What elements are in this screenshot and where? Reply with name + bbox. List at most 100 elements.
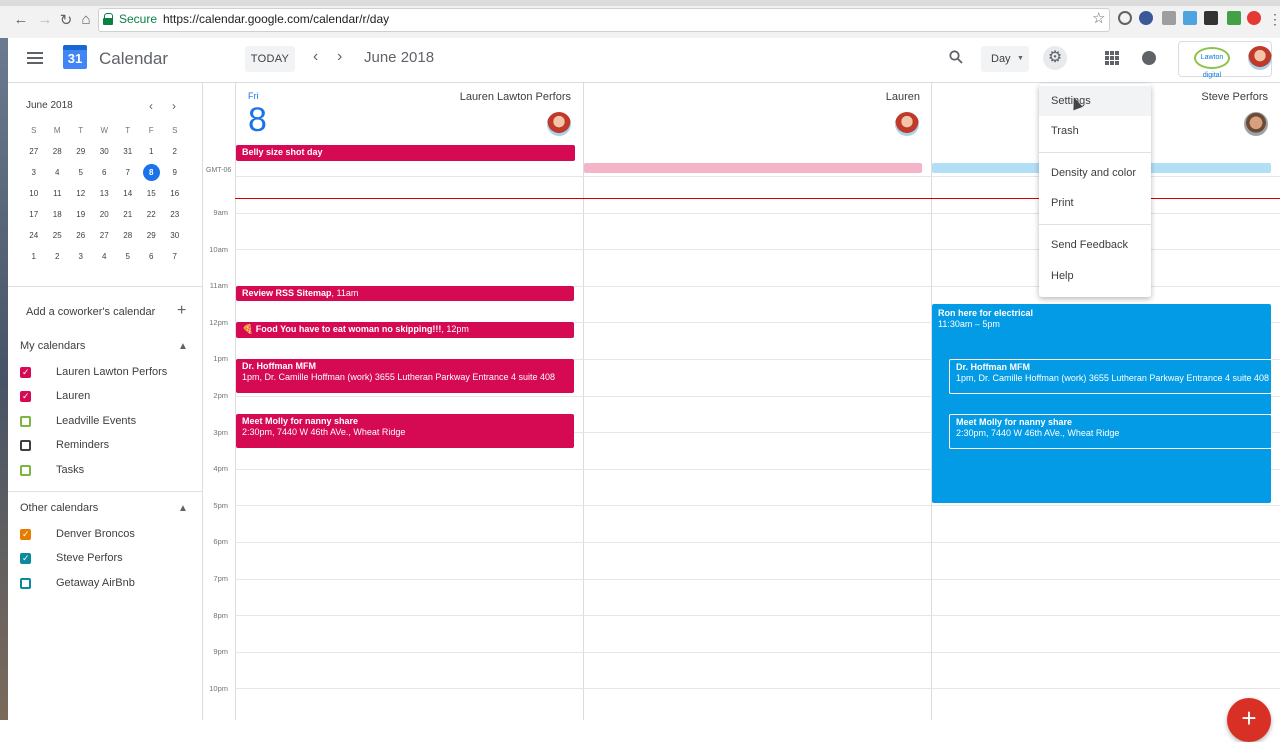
bookmark-star-icon[interactable]: ☆ <box>1092 9 1105 27</box>
mini-calendar-day[interactable]: 21 <box>116 204 140 225</box>
main-menu-icon[interactable] <box>27 52 43 67</box>
mini-calendar-day[interactable]: 2 <box>46 246 70 267</box>
event-ron-electrical[interactable]: Ron here for electrical 11:30am – 5pm <box>932 304 1271 503</box>
extension-icon[interactable] <box>1162 11 1176 25</box>
allday-busy-block[interactable] <box>584 163 922 173</box>
search-icon[interactable] <box>949 50 963 64</box>
event-food[interactable]: 🍕 Food You have to eat woman no skipping… <box>236 322 574 338</box>
other-calendars-title[interactable]: Other calendars <box>20 502 98 514</box>
extension-icon[interactable] <box>1247 11 1261 25</box>
mini-prev-icon[interactable]: ‹ <box>149 99 153 113</box>
extension-icon[interactable] <box>1183 11 1197 25</box>
notifications-icon[interactable] <box>1142 51 1156 65</box>
mini-calendar-day[interactable]: 14 <box>116 183 140 204</box>
create-event-button[interactable]: + <box>1227 698 1271 742</box>
mini-calendar-day[interactable]: 27 <box>22 141 46 162</box>
home-icon[interactable]: ⌂ <box>77 11 95 28</box>
calendar-list-item[interactable]: Getaway AirBnb <box>20 574 202 596</box>
account-avatar[interactable] <box>1248 46 1272 70</box>
mini-calendar-day[interactable]: 29 <box>140 225 164 246</box>
add-calendar-icon[interactable]: + <box>177 302 186 320</box>
mini-calendar-day[interactable]: 16 <box>163 183 187 204</box>
mini-calendar-day[interactable]: 28 <box>46 141 70 162</box>
mini-calendar-day[interactable]: 8 <box>140 162 164 183</box>
collapse-icon[interactable]: ▲ <box>178 341 188 352</box>
mini-calendar-day[interactable]: 22 <box>140 204 164 225</box>
calendar-checkbox[interactable] <box>20 415 31 427</box>
mini-calendar-day[interactable]: 4 <box>46 162 70 183</box>
mini-calendar-day[interactable]: 23 <box>163 204 187 225</box>
mini-calendar-day[interactable]: 12 <box>69 183 93 204</box>
mini-calendar-day[interactable]: 6 <box>93 162 117 183</box>
mini-next-icon[interactable]: › <box>172 99 176 113</box>
mini-calendar-day[interactable]: 26 <box>69 225 93 246</box>
event-molly-overlay[interactable]: Meet Molly for nanny share 2:30pm, 7440 W… <box>949 414 1272 449</box>
mini-calendar-day[interactable]: 7 <box>116 162 140 183</box>
mini-calendar-day[interactable]: 4 <box>93 246 117 267</box>
mini-calendar-day[interactable]: 31 <box>116 141 140 162</box>
mini-calendar-day[interactable]: 15 <box>140 183 164 204</box>
mini-calendar-day[interactable]: 3 <box>22 162 46 183</box>
mini-calendar-day[interactable]: 7 <box>163 246 187 267</box>
prev-period-icon[interactable]: ‹ <box>313 48 318 66</box>
mini-calendar-day[interactable]: 25 <box>46 225 70 246</box>
event-hoffman[interactable]: Dr. Hoffman MFM 1pm, Dr. Camille Hoffman … <box>236 359 574 393</box>
extension-icon[interactable] <box>1227 11 1241 25</box>
calendar-list-item[interactable]: ✓ Lauren <box>20 387 202 409</box>
mini-calendar-day[interactable]: 29 <box>69 141 93 162</box>
my-calendars-title[interactable]: My calendars <box>20 340 85 352</box>
mini-calendar-day[interactable]: 2 <box>163 141 187 162</box>
calendar-checkbox[interactable] <box>20 440 31 452</box>
mini-calendar-day[interactable]: 28 <box>116 225 140 246</box>
calendar-checkbox[interactable] <box>20 577 31 589</box>
mini-calendar-day[interactable]: 17 <box>22 204 46 225</box>
mini-calendar-day[interactable]: 30 <box>163 225 187 246</box>
menu-item-print[interactable]: Print <box>1051 197 1074 209</box>
mini-calendar-day[interactable]: 5 <box>69 162 93 183</box>
extension-icon[interactable] <box>1118 11 1132 25</box>
reload-icon[interactable]: ↻ <box>57 11 75 29</box>
day-number[interactable]: 8 <box>248 101 267 139</box>
event-molly[interactable]: Meet Molly for nanny share 2:30pm, 7440 W… <box>236 414 574 448</box>
mini-calendar-day[interactable]: 1 <box>140 141 164 162</box>
menu-item-help[interactable]: Help <box>1051 270 1074 282</box>
app-name[interactable]: Calendar <box>99 49 168 69</box>
browser-menu-icon[interactable]: ⋮ <box>1268 11 1280 28</box>
menu-item-feedback[interactable]: Send Feedback <box>1051 239 1128 251</box>
forward-icon[interactable]: → <box>36 11 54 28</box>
back-icon[interactable]: ← <box>12 11 30 28</box>
mini-calendar-day[interactable]: 18 <box>46 204 70 225</box>
mini-calendar-day[interactable]: 11 <box>46 183 70 204</box>
calendar-checkbox[interactable]: ✓ <box>20 367 31 378</box>
mini-calendar-day[interactable]: 6 <box>140 246 164 267</box>
extension-icon[interactable] <box>1204 11 1218 25</box>
calendar-checkbox[interactable] <box>20 464 31 476</box>
calendar-list-item[interactable]: ✓ Denver Broncos <box>20 525 202 547</box>
calendar-list-item[interactable]: Reminders <box>20 436 202 458</box>
calendar-checkbox[interactable]: ✓ <box>20 391 31 403</box>
allday-event[interactable]: Belly size shot day <box>236 145 575 161</box>
next-period-icon[interactable]: › <box>337 48 342 66</box>
mini-calendar-day[interactable]: 27 <box>93 225 117 246</box>
calendar-list-item[interactable]: ✓ Lauren Lawton Perfors <box>20 363 202 385</box>
calendar-list-item[interactable]: Leadville Events <box>20 412 202 434</box>
apps-grid-icon[interactable] <box>1105 51 1119 65</box>
mini-calendar-day[interactable]: 19 <box>69 204 93 225</box>
calendar-checkbox[interactable]: ✓ <box>20 529 31 540</box>
mini-calendar-day[interactable]: 30 <box>93 141 117 162</box>
calendar-list-item[interactable]: ✓ Steve Perfors <box>20 549 202 571</box>
event-review-rss[interactable]: Review RSS Sitemap, 11am <box>236 286 574 301</box>
menu-item-density[interactable]: Density and color <box>1051 167 1136 179</box>
mini-calendar-day[interactable]: 5 <box>116 246 140 267</box>
mini-calendar-day[interactable]: 24 <box>22 225 46 246</box>
mini-calendar-day[interactable]: 20 <box>93 204 117 225</box>
mini-calendar-day[interactable]: 3 <box>69 246 93 267</box>
calendar-checkbox[interactable]: ✓ <box>20 553 31 565</box>
today-button[interactable]: TODAY <box>245 46 295 72</box>
extension-icon[interactable] <box>1139 11 1153 25</box>
menu-item-trash[interactable]: Trash <box>1051 125 1079 137</box>
event-hoffman-overlay[interactable]: Dr. Hoffman MFM 1pm, Dr. Camille Hoffman … <box>949 359 1272 394</box>
gear-icon[interactable]: ⚙ <box>1043 46 1067 70</box>
mini-calendar-day[interactable]: 13 <box>93 183 117 204</box>
mini-calendar-day[interactable]: 1 <box>22 246 46 267</box>
